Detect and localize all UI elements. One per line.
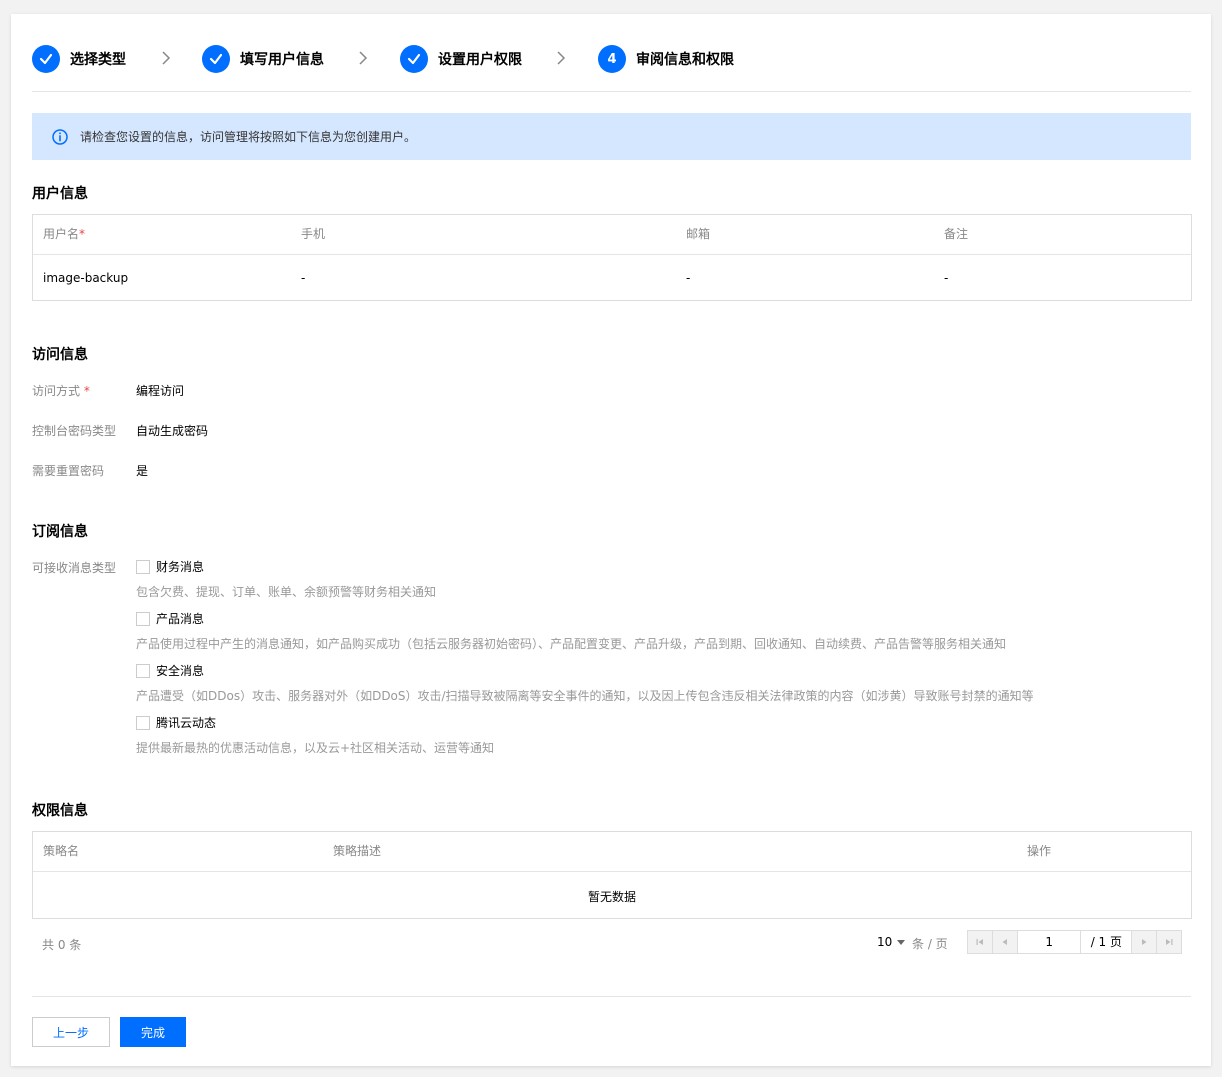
table-header: 策略名 策略描述 操作 <box>33 832 1191 872</box>
cell-phone: - <box>301 271 306 285</box>
step-select-type: 选择类型 <box>32 44 126 74</box>
page-number-input[interactable]: 1 <box>1017 931 1082 953</box>
checkbox-label: 财务消息 <box>156 560 205 574</box>
next-page-button[interactable] <box>1132 931 1158 953</box>
chevron-right-icon <box>359 51 368 65</box>
cell-remark: - <box>944 271 949 285</box>
step-number: 4 <box>598 45 626 73</box>
field-label-password-type: 控制台密码类型 <box>32 424 117 438</box>
required-mark: * <box>79 227 86 241</box>
info-icon <box>52 128 68 145</box>
field-value-access-method: 编程访问 <box>136 384 185 398</box>
user-info-table: 用户名* 手机 邮箱 备注 image-backup - - - <box>32 214 1192 301</box>
last-page-button[interactable] <box>1157 931 1182 953</box>
checkbox-box[interactable] <box>136 611 150 626</box>
chevron-right-icon <box>162 51 171 65</box>
column-header: 手机 <box>301 227 326 241</box>
checkbox-box[interactable] <box>136 663 150 678</box>
column-header: 备注 <box>944 227 969 241</box>
divider <box>32 996 1191 997</box>
column-header: 邮箱 <box>686 227 711 241</box>
per-page-label: 条 / 页 <box>912 937 948 951</box>
checkbox-security[interactable]: 安全消息 <box>136 662 204 679</box>
checkbox-label: 安全消息 <box>156 664 205 678</box>
column-header: 操作 <box>1027 844 1052 858</box>
checkbox-description: 产品使用过程中产生的消息通知，如产品购买成功（包括云服务器初始密码）、产品配置变… <box>136 637 1007 651</box>
caret-left-icon <box>1002 939 1007 945</box>
required-mark: * <box>83 384 90 398</box>
column-header: 策略描述 <box>333 844 382 858</box>
field-value-reset-password: 是 <box>136 464 149 478</box>
table-header: 用户名* 手机 邮箱 备注 <box>33 215 1191 255</box>
checkbox-product[interactable]: 产品消息 <box>136 610 204 627</box>
section-title-access-info: 访问信息 <box>32 347 88 363</box>
section-title-permissions: 权限信息 <box>32 803 88 819</box>
step-label: 填写用户信息 <box>240 52 324 68</box>
column-header: 用户名* <box>43 227 86 241</box>
checkbox-description: 提供最新最热的优惠活动信息，以及云+社区相关活动、运营等通知 <box>136 741 495 755</box>
step-label: 设置用户权限 <box>438 52 522 68</box>
field-label-reset-password: 需要重置密码 <box>32 464 105 478</box>
column-header: 策略名 <box>43 844 80 858</box>
cell-username: image-backup <box>43 271 129 285</box>
empty-state-text: 暂无数据 <box>587 890 636 904</box>
caret-right-icon <box>1142 939 1147 945</box>
total-pages-label: / 1 页 <box>1081 931 1133 953</box>
prev-step-button[interactable]: 上一步 <box>32 1017 110 1047</box>
alert-text: 请检查您设置的信息，访问管理将按照如下信息为您创建用户。 <box>80 130 417 144</box>
check-icon <box>202 45 230 73</box>
field-value-password-type: 自动生成密码 <box>136 424 209 438</box>
step-label: 选择类型 <box>70 52 126 68</box>
check-icon <box>32 45 60 73</box>
info-alert: 请检查您设置的信息，访问管理将按照如下信息为您创建用户。 <box>32 113 1191 160</box>
create-user-review-card: 选择类型 填写用户信息 设置用户权限 4 审阅信息和权限 请检查您设置的信息，访… <box>11 14 1211 1066</box>
step-label: 审阅信息和权限 <box>636 52 734 68</box>
check-icon <box>400 45 428 73</box>
first-page-icon <box>976 939 983 945</box>
permissions-table: 策略名 策略描述 操作 暂无数据 <box>32 831 1192 919</box>
section-title-subscription: 订阅信息 <box>32 524 88 540</box>
checkbox-label: 腾讯云动态 <box>156 716 217 730</box>
total-count: 共 0 条 <box>42 938 82 952</box>
section-title-user-info: 用户信息 <box>32 186 88 202</box>
chevron-right-icon <box>557 51 566 65</box>
last-page-icon <box>1166 939 1173 945</box>
cell-email: - <box>686 271 691 285</box>
step-review: 4 审阅信息和权限 <box>598 44 734 74</box>
checkbox-tencent-news[interactable]: 腾讯云动态 <box>136 714 216 731</box>
step-fill-user-info: 填写用户信息 <box>202 44 324 74</box>
checkbox-description: 包含欠费、提现、订单、账单、余额预警等财务相关通知 <box>136 585 437 599</box>
checkbox-box[interactable] <box>136 715 150 730</box>
finish-button[interactable]: 完成 <box>120 1017 186 1047</box>
field-label-message-types: 可接收消息类型 <box>32 561 117 575</box>
checkbox-box[interactable] <box>136 559 150 574</box>
prev-page-button[interactable] <box>992 931 1018 953</box>
pagination: 1 / 1 页 <box>967 930 1182 954</box>
step-set-permissions: 设置用户权限 <box>400 44 522 74</box>
field-label-access-method: 访问方式 * <box>32 384 90 398</box>
checkbox-finance[interactable]: 财务消息 <box>136 558 204 575</box>
caret-down-icon <box>897 940 906 945</box>
checkbox-description: 产品遭受（如DDos）攻击、服务器对外（如DDoS）攻击/扫描导致被隔离等安全事… <box>136 689 1034 703</box>
checkbox-label: 产品消息 <box>156 612 205 626</box>
divider <box>32 91 1191 92</box>
first-page-button[interactable] <box>968 931 993 953</box>
page-size-select[interactable]: 10 <box>877 935 906 949</box>
page-size-value: 10 <box>877 935 893 949</box>
